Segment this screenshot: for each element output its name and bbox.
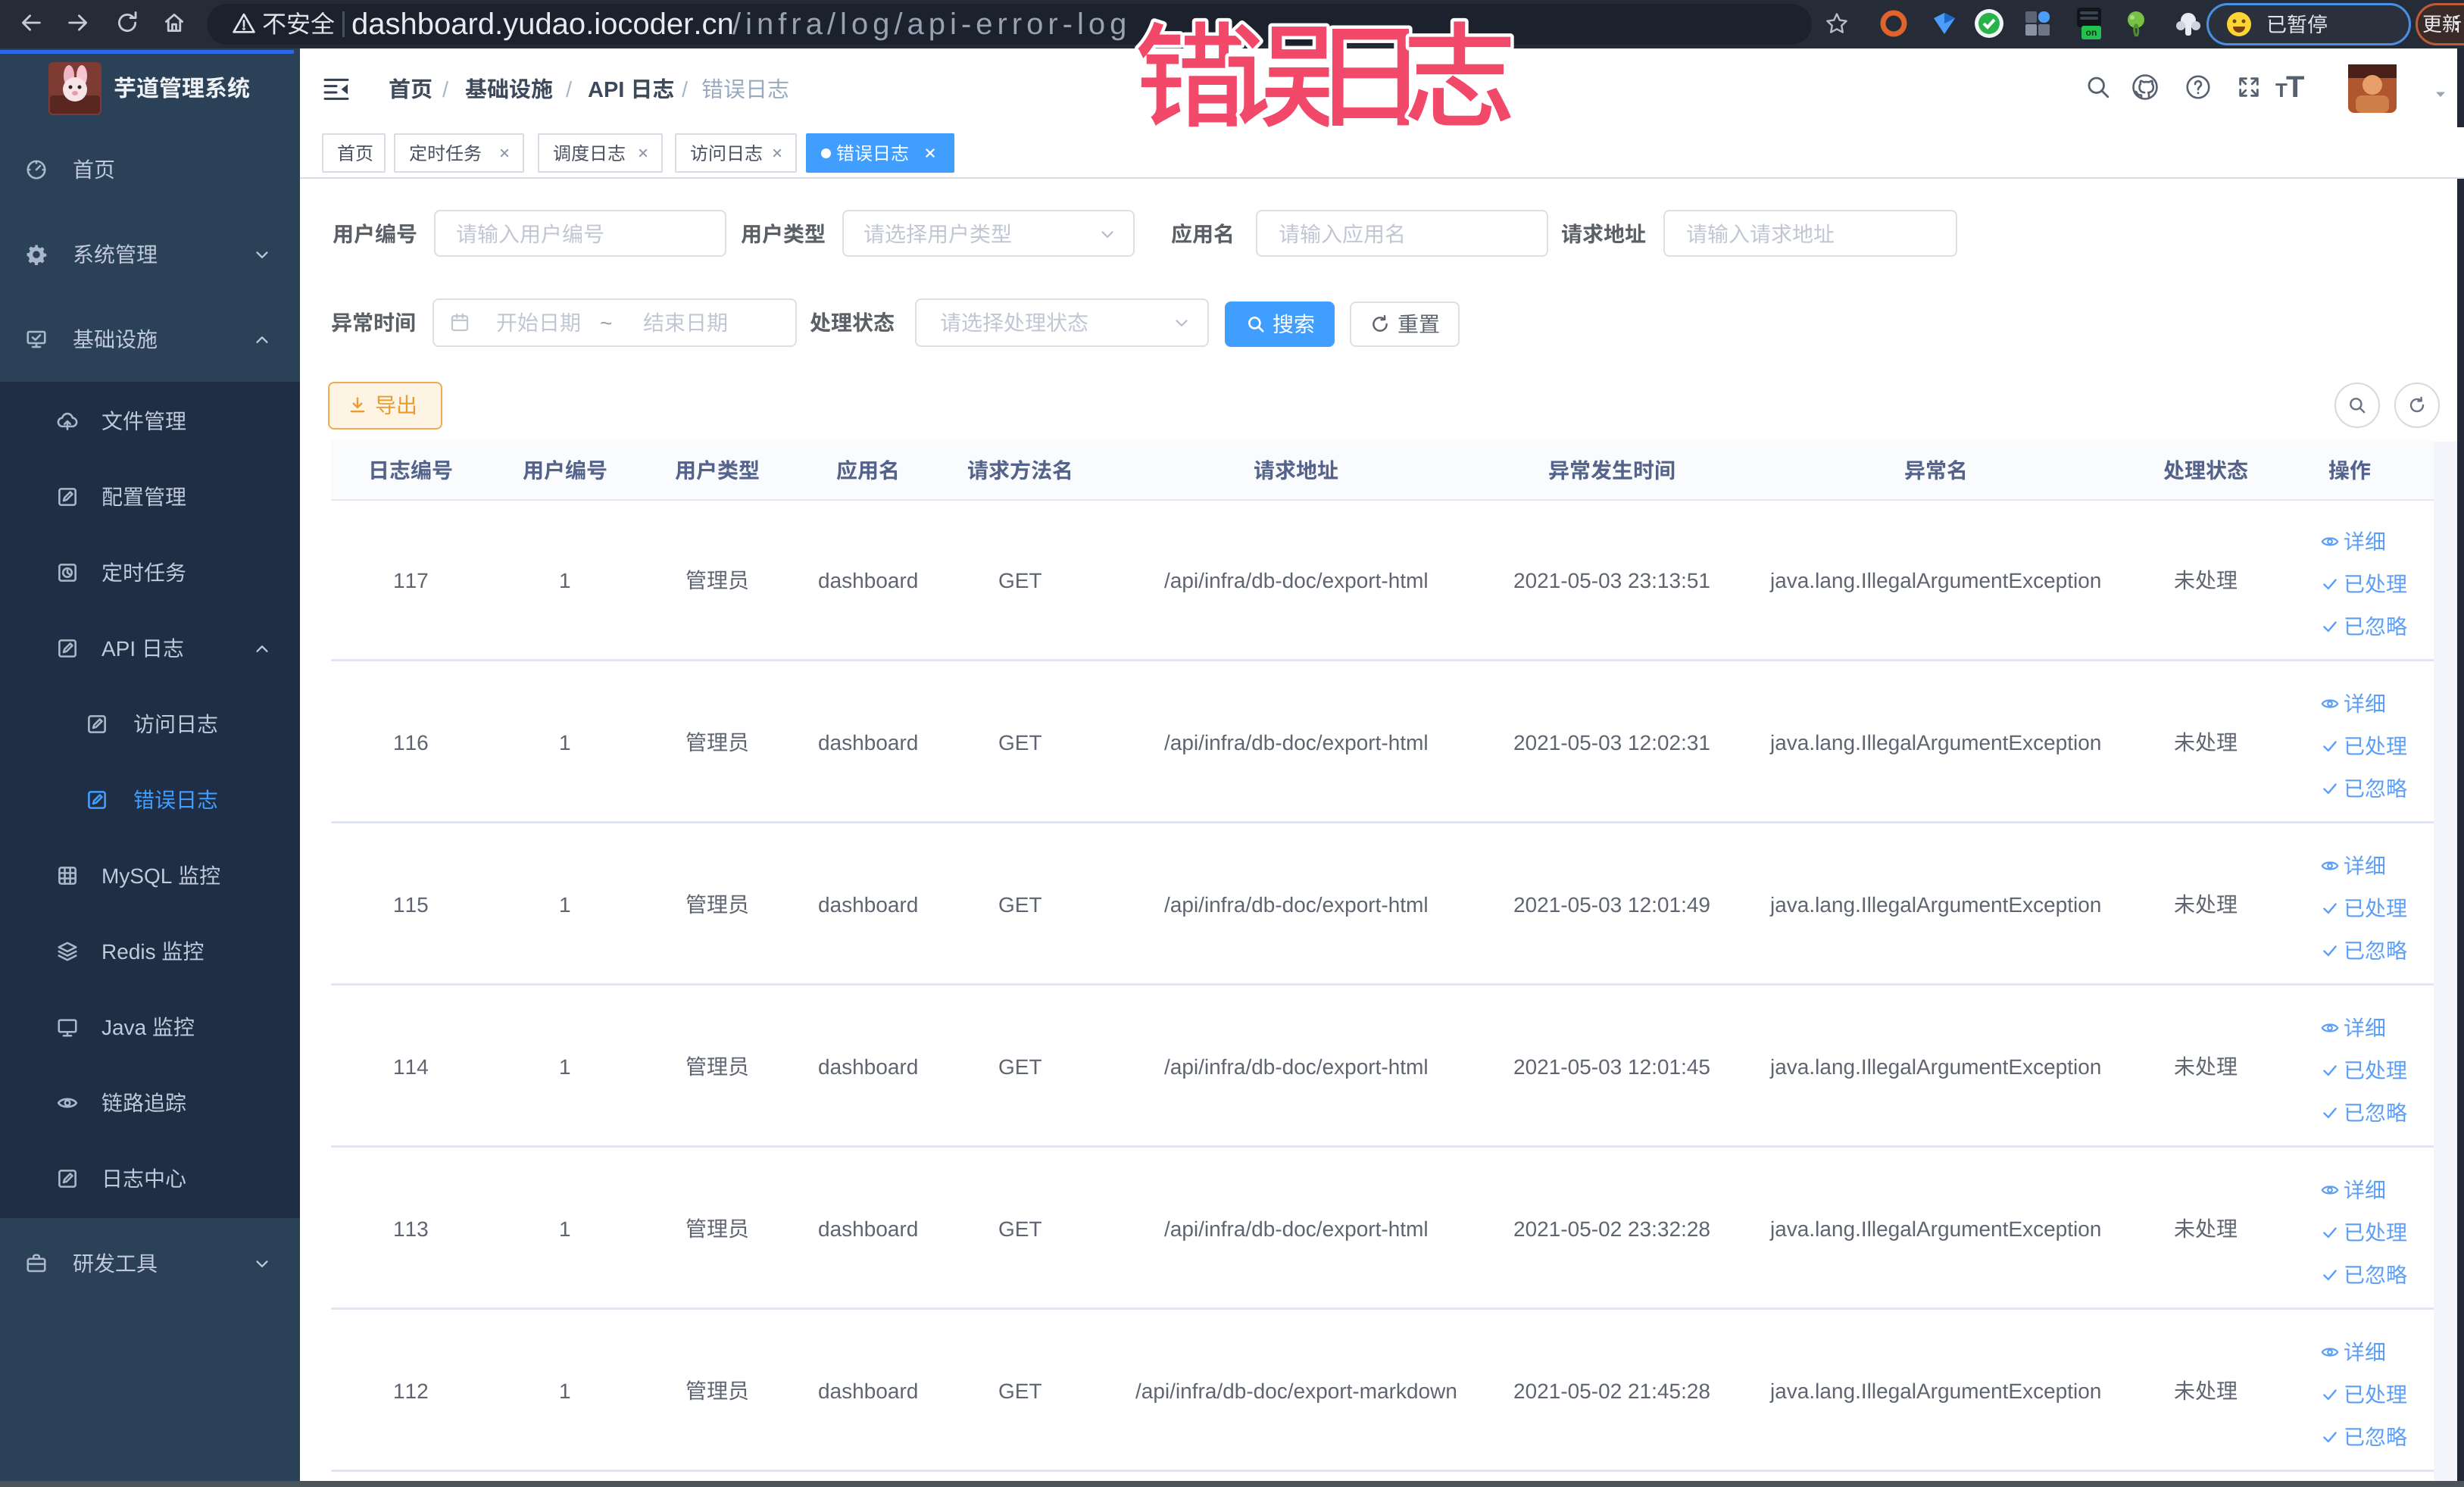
svg-text:on: on xyxy=(2086,27,2097,38)
